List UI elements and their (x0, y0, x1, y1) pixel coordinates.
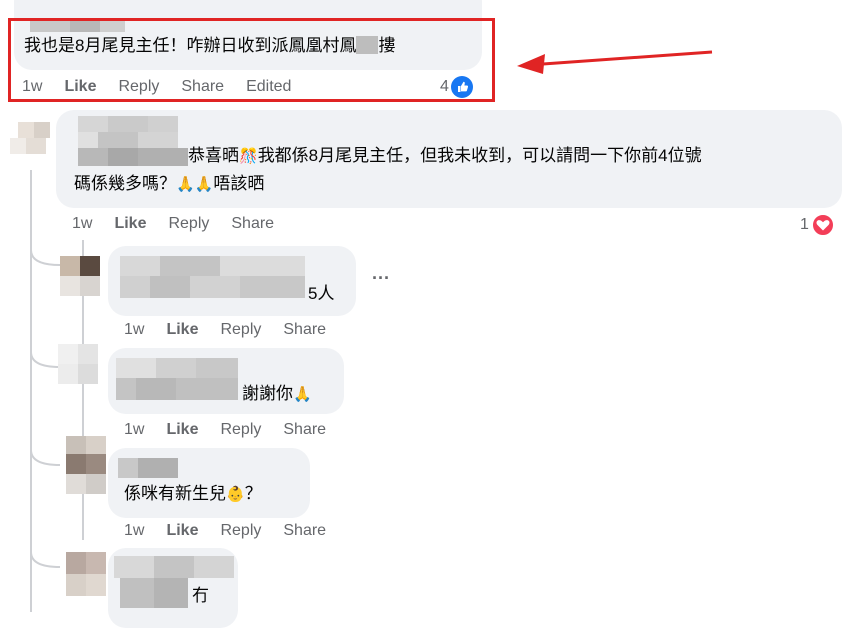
reaction-count: 4 (440, 78, 449, 95)
thumbs-up-icon (450, 76, 473, 98)
text-segment: 謝謝你 (242, 384, 293, 403)
confetti-icon: 🎊 (239, 148, 258, 165)
edited-label: Edited (246, 78, 292, 95)
thread-connector (30, 250, 61, 266)
reply-actions-2: 1w Like Reply Share (124, 321, 348, 339)
text-segment: 我都係8月尾見主任，但我未收到，可以請問一下你前4位號 (257, 146, 702, 165)
reply-actions-4: 1w Like Reply Share (124, 522, 348, 540)
reply-text-1-line2: 碼係幾多嗎？🙏🙏唔該晒 (74, 170, 264, 199)
avatar[interactable] (60, 256, 100, 296)
text-segment: 恭喜晒 (188, 146, 239, 165)
like-button[interactable]: Like (114, 215, 146, 233)
comment-actions-top: 1w Like Reply Share Edited (22, 78, 313, 96)
like-button[interactable]: Like (166, 321, 198, 339)
share-button[interactable]: Share (283, 421, 326, 439)
timestamp[interactable]: 1w (124, 522, 144, 540)
reply-text-4: 係咪有新生兒👶？ (124, 480, 262, 509)
avatar[interactable] (66, 436, 106, 494)
timestamp[interactable]: 1w (22, 78, 42, 96)
reply-text-3: 謝謝你🙏 (242, 380, 312, 409)
text-segment: 唔該晒 (213, 174, 265, 193)
red-arrow-icon (517, 50, 713, 74)
text-segment: 碼係幾多嗎？ (74, 174, 176, 193)
timestamp[interactable]: 1w (124, 321, 144, 339)
avatar[interactable] (10, 122, 50, 162)
text-segment: ？ (244, 484, 262, 503)
like-button[interactable]: Like (166, 421, 198, 439)
share-button[interactable]: Share (181, 78, 224, 96)
timestamp[interactable]: 1w (124, 421, 144, 439)
reply-text-2: 5人 (308, 284, 335, 303)
praying-hands-icon: 🙏🙏 (176, 176, 214, 193)
share-button[interactable]: Share (283, 522, 326, 540)
blurred-author-name (114, 556, 234, 612)
like-button[interactable]: Like (166, 522, 198, 540)
thread-line (30, 170, 32, 612)
blurred-author-name (78, 116, 188, 168)
timestamp[interactable]: 1w (72, 215, 92, 233)
reply-actions-3: 1w Like Reply Share (124, 421, 348, 439)
reaction-summary-1[interactable]: 1 (800, 213, 835, 237)
reaction-count: 1 (800, 216, 809, 233)
heart-icon (810, 213, 835, 237)
reply-text-1-line1: 恭喜晒🎊我都係8月尾見主任，但我未收到，可以請問一下你前4位號 (188, 142, 702, 171)
thread-connector (30, 450, 61, 466)
share-button[interactable]: Share (231, 215, 274, 233)
reply-button[interactable]: Reply (220, 421, 261, 439)
like-button[interactable]: Like (64, 78, 96, 96)
reply-button[interactable]: Reply (220, 321, 261, 339)
reply-text-5: 冇 (192, 586, 209, 605)
blurred-author-name (120, 256, 305, 308)
reaction-summary-top[interactable]: 4 (440, 76, 473, 98)
text-segment: 係咪有新生兒 (124, 484, 226, 503)
praying-hands-icon: 🙏 (293, 386, 312, 403)
reply-actions-1: 1w Like Reply Share (72, 215, 296, 233)
blurred-author-name (116, 358, 238, 404)
share-button[interactable]: Share (283, 321, 326, 339)
avatar[interactable] (66, 552, 106, 596)
blurred-author-name (118, 458, 178, 478)
reply-button[interactable]: Reply (118, 78, 159, 96)
avatar[interactable] (58, 344, 98, 384)
baby-icon: 👶 (226, 486, 245, 503)
reply-button[interactable]: Reply (220, 522, 261, 540)
more-options-button[interactable]: ··· (372, 268, 390, 289)
thread-connector (30, 552, 61, 568)
reply-button[interactable]: Reply (168, 215, 209, 233)
